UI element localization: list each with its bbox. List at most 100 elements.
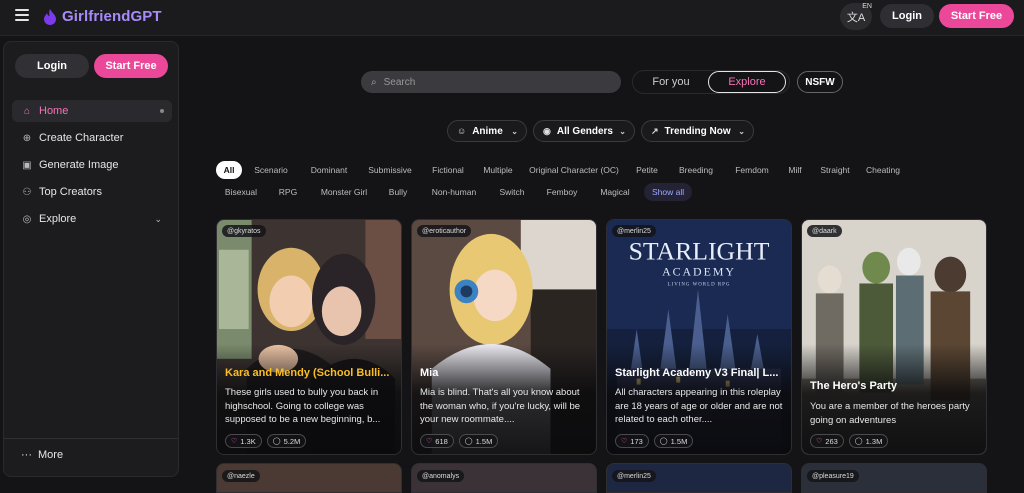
card-author[interactable]: @pleasure19 xyxy=(807,470,859,482)
likes-value: 263 xyxy=(825,436,838,446)
tag-chip[interactable]: Cheating xyxy=(860,161,906,179)
tag-chip[interactable]: Dominant xyxy=(300,161,358,179)
tag-chip[interactable]: Petite xyxy=(626,161,668,179)
heart-icon: ♡ xyxy=(231,438,238,445)
menu-icon[interactable] xyxy=(15,9,29,21)
chats-value: 1.3M xyxy=(865,436,883,446)
login-button[interactable]: Login xyxy=(880,4,934,28)
sidebar-start-free-button[interactable]: Start Free xyxy=(94,54,168,78)
style-dropdown[interactable]: ☺ Anime ⌄ xyxy=(447,120,527,142)
character-card[interactable]: STARLIGHT ACADEMY LIVING WORLD RPG @merl… xyxy=(606,219,792,455)
app-logo[interactable]: GirlfriendGPT xyxy=(43,8,162,25)
card-stats: ♡ 1.3K ◯ 5.2M xyxy=(225,434,307,448)
tag-chip[interactable]: Femdom xyxy=(724,161,780,179)
top-bar: GirlfriendGPT 文A EN Login Start Free xyxy=(0,0,1024,36)
sidebar-more-button[interactable]: ··· More xyxy=(21,449,63,461)
tag-chip-all[interactable]: All xyxy=(216,161,242,179)
card-author[interactable]: @daark xyxy=(807,225,842,237)
poster-title: STARLIGHT xyxy=(629,237,770,266)
sidebar: Login Start Free ⌂ Home ⊕ Create Charact… xyxy=(3,41,179,477)
flame-logo-icon xyxy=(44,8,56,25)
chat-bubble-icon: ◯ xyxy=(272,438,281,445)
card-description: You are a member of the heroes party goi… xyxy=(810,401,970,426)
tag-chip[interactable]: Magical xyxy=(590,183,640,201)
card-author[interactable]: @eroticauthor xyxy=(417,225,472,237)
tag-chip[interactable]: Scenario xyxy=(242,161,300,179)
search-input[interactable] xyxy=(383,76,584,88)
tag-chip[interactable]: Monster Girl xyxy=(310,183,378,201)
tag-chip[interactable]: Milf xyxy=(780,161,810,179)
language-code: EN xyxy=(862,3,872,10)
start-free-button[interactable]: Start Free xyxy=(939,4,1014,28)
card-title: The Hero's Party xyxy=(810,380,897,392)
card-title: Mia xyxy=(420,367,439,379)
character-card[interactable]: @pleasure19 xyxy=(801,463,987,493)
sidebar-item-create-character[interactable]: ⊕ Create Character xyxy=(12,127,172,149)
card-author[interactable]: @merlin25 xyxy=(612,470,656,482)
tag-chip[interactable]: RPG xyxy=(266,183,310,201)
character-card[interactable]: @eroticauthor Mia Mia is blind. That's a… xyxy=(411,219,597,455)
tag-chip[interactable]: Switch xyxy=(490,183,534,201)
card-author[interactable]: @gkyratos xyxy=(222,225,266,237)
heart-icon: ♡ xyxy=(621,438,628,445)
tag-chip[interactable]: Breeding xyxy=(668,161,724,179)
sidebar-login-button[interactable]: Login xyxy=(15,54,89,78)
sidebar-item-explore[interactable]: ◎ Explore ⌄ xyxy=(12,208,172,230)
tag-chip[interactable]: Multiple xyxy=(474,161,522,179)
users-icon: ⚇ xyxy=(22,186,32,198)
tag-chip[interactable]: Fictional xyxy=(422,161,474,179)
tag-row-1: All Scenario Dominant Submissive Fiction… xyxy=(216,161,906,179)
card-title: Kara and Mendy (School Bulli... xyxy=(225,367,390,379)
tab-for-you[interactable]: For you xyxy=(641,71,701,93)
likes-value: 173 xyxy=(630,436,643,446)
likes-count: ♡ 173 xyxy=(615,434,649,448)
sidebar-item-label: Explore xyxy=(39,213,77,225)
trending-icon: ↗ xyxy=(651,125,659,136)
sidebar-item-generate-image[interactable]: ▣ Generate Image xyxy=(12,154,172,176)
likes-value: 618 xyxy=(435,436,448,446)
search-icon: ⌕ xyxy=(371,76,377,88)
card-description: Mia is blind. That's all you know about … xyxy=(420,387,581,426)
nsfw-toggle[interactable]: NSFW xyxy=(797,71,843,93)
sort-dropdown[interactable]: ↗ Trending Now ⌄ xyxy=(641,120,754,142)
tag-chip[interactable]: Original Character (OC) xyxy=(522,161,626,179)
tag-chip[interactable]: Straight xyxy=(810,161,860,179)
chats-value: 1.5M xyxy=(475,436,493,446)
character-card[interactable]: @merlin25 xyxy=(606,463,792,493)
chats-count: ◯ 1.5M xyxy=(653,434,694,448)
sidebar-divider xyxy=(4,438,178,439)
poster-subtitle: ACADEMY xyxy=(662,265,736,279)
chat-bubble-icon: ◯ xyxy=(659,438,668,445)
card-stats: ♡ 618 ◯ 1.5M xyxy=(420,434,499,448)
likes-value: 1.3K xyxy=(240,436,256,446)
chats-count: ◯ 1.3M xyxy=(848,434,889,448)
sidebar-item-label: Generate Image xyxy=(39,159,119,171)
character-card[interactable]: @anomalys xyxy=(411,463,597,493)
search-bar[interactable]: ⌕ xyxy=(361,71,621,93)
tag-chip[interactable]: Bisexual xyxy=(216,183,266,201)
heart-icon: ♡ xyxy=(426,438,433,445)
sidebar-item-home[interactable]: ⌂ Home xyxy=(12,100,172,122)
character-card[interactable]: @naezle xyxy=(216,463,402,493)
character-card[interactable]: @daark The Hero's Party You are a member… xyxy=(801,219,987,455)
chats-count: ◯ 1.5M xyxy=(458,434,499,448)
sidebar-item-label: Home xyxy=(39,105,69,117)
card-author[interactable]: @merlin25 xyxy=(612,225,656,237)
show-all-tags-button[interactable]: Show all xyxy=(644,183,693,201)
card-title: Starlight Academy V3 Final| L... xyxy=(615,367,779,379)
sidebar-item-top-creators[interactable]: ⚇ Top Creators xyxy=(12,181,172,203)
chats-value: 5.2M xyxy=(283,436,301,446)
poster-tagline: LIVING WORLD RPG xyxy=(668,282,731,287)
tab-explore[interactable]: Explore xyxy=(708,71,786,93)
card-author[interactable]: @anomalys xyxy=(417,470,465,482)
tag-chip[interactable]: Non-human xyxy=(418,183,490,201)
card-author[interactable]: @naezle xyxy=(222,470,260,482)
sidebar-more-label: More xyxy=(38,449,64,461)
chevron-down-icon: ⌄ xyxy=(511,126,518,136)
language-button[interactable]: 文A EN xyxy=(840,3,872,30)
tag-chip[interactable]: Bully xyxy=(378,183,418,201)
gender-dropdown[interactable]: ◉ All Genders ⌄ xyxy=(533,120,635,142)
tag-chip[interactable]: Femboy xyxy=(534,183,590,201)
character-card[interactable]: @gkyratos Kara and Mendy (School Bulli..… xyxy=(216,219,402,455)
tag-chip[interactable]: Submissive xyxy=(358,161,422,179)
